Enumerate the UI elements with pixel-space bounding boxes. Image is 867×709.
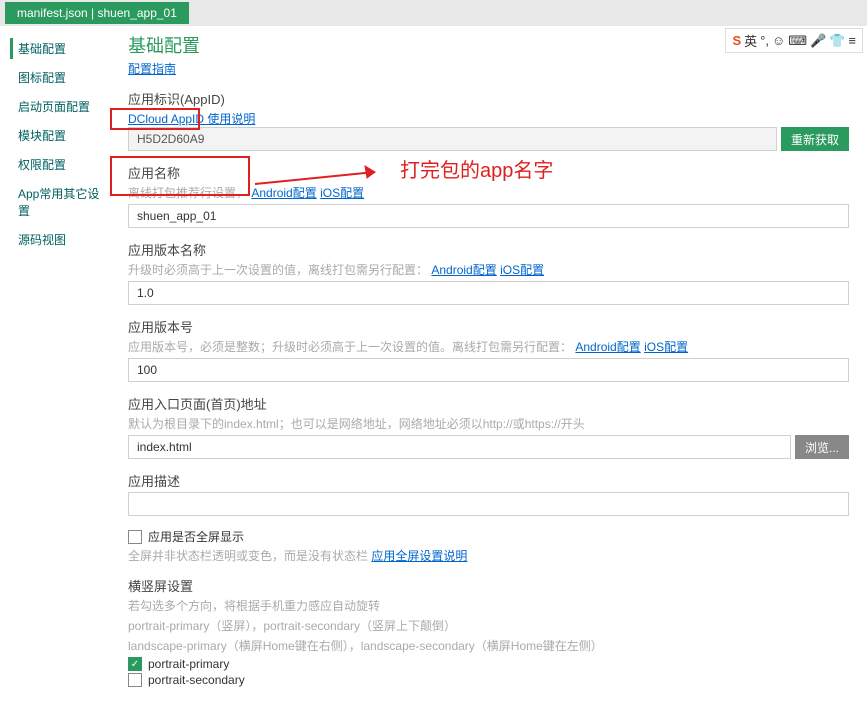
tab-bar: manifest.json | shuen_app_01 xyxy=(0,0,867,26)
ime-menu-icon[interactable]: ≡ xyxy=(848,33,856,48)
vercode-desc: 应用版本号，必须是整数；升级时必须高于上一次设置的值。离线打包需另行配置： An… xyxy=(128,338,849,355)
ime-keyboard-icon[interactable]: ⌨ xyxy=(788,33,807,49)
main-panel: 基础配置 配置指南 应用标识(AppID) DCloud AppID 使用说明 … xyxy=(110,26,867,709)
reget-button[interactable]: 重新获取 xyxy=(781,127,849,151)
orientation-field: 横竖屏设置 若勾选多个方向，将根据手机重力感应自动旋转 portrait-pri… xyxy=(128,576,849,687)
vercode-input[interactable] xyxy=(128,358,849,382)
vercode-android-link[interactable]: Android配置 xyxy=(575,340,640,354)
vername-desc: 升级时必须高于上一次设置的值，离线打包需另行配置： Android配置 iOS配… xyxy=(128,261,849,278)
entry-desc: 默认为根目录下的index.html；也可以是网络地址，网络地址必须以http:… xyxy=(128,415,849,432)
orientation-label: 横竖屏设置 xyxy=(128,576,849,595)
ime-logo-icon: S xyxy=(732,33,741,48)
appdesc-label: 应用描述 xyxy=(128,471,849,490)
portrait-primary-label: portrait-primary xyxy=(148,657,229,671)
config-guide-link[interactable]: 配置指南 xyxy=(128,62,176,76)
ime-smile-icon[interactable]: ☺ xyxy=(772,33,785,48)
vername-input[interactable] xyxy=(128,281,849,305)
ime-voice-icon[interactable]: 🎤 xyxy=(810,33,826,49)
fullscreen-checkbox[interactable] xyxy=(128,530,142,544)
sidebar-item-icon[interactable]: 图标配置 xyxy=(0,63,110,92)
appname-desc: 离线打包推荐行设置， Android配置 iOS配置 xyxy=(128,184,849,201)
fullscreen-desc: 全屏并非状态栏透明或变色，而是没有状态栏 应用全屏设置说明 xyxy=(128,547,849,564)
appid-desc-link[interactable]: DCloud AppID 使用说明 xyxy=(128,112,255,126)
vercode-field: 应用版本号 应用版本号，必须是整数；升级时必须高于上一次设置的值。离线打包需另行… xyxy=(128,317,849,382)
ime-lang[interactable]: 英 xyxy=(744,31,757,50)
sidebar-item-permission[interactable]: 权限配置 xyxy=(0,150,110,179)
ime-toolbar[interactable]: S 英 °, ☺ ⌨ 🎤 👕 ≡ xyxy=(725,28,863,53)
sidebar-item-module[interactable]: 模块配置 xyxy=(0,121,110,150)
orientation-desc3: landscape-primary（横屏Home键在右侧），landscape-… xyxy=(128,637,849,654)
ime-punct-icon[interactable]: °, xyxy=(760,33,769,48)
vername-android-link[interactable]: Android配置 xyxy=(431,263,496,277)
annotation-text: 打完包的app名字 xyxy=(400,154,553,183)
sidebar: 基础配置 图标配置 启动页面配置 模块配置 权限配置 App常用其它设置 源码视… xyxy=(0,26,110,709)
orientation-desc1: 若勾选多个方向，将根据手机重力感应自动旋转 xyxy=(128,597,849,614)
fullscreen-field: 应用是否全屏显示 全屏并非状态栏透明或变色，而是没有状态栏 应用全屏设置说明 xyxy=(128,528,849,564)
fullscreen-label: 应用是否全屏显示 xyxy=(148,528,244,545)
entry-input[interactable] xyxy=(128,435,791,459)
annotation-arrow xyxy=(255,164,395,194)
vercode-label: 应用版本号 xyxy=(128,317,849,336)
vername-ios-link[interactable]: iOS配置 xyxy=(500,263,544,277)
vername-label: 应用版本名称 xyxy=(128,240,849,259)
appid-label: 应用标识(AppID) xyxy=(128,89,849,108)
appid-input[interactable] xyxy=(128,127,777,151)
portrait-secondary-checkbox[interactable] xyxy=(128,673,142,687)
orientation-desc2: portrait-primary（竖屏），portrait-secondary（… xyxy=(128,617,849,634)
entry-field: 应用入口页面(首页)地址 默认为根目录下的index.html；也可以是网络地址… xyxy=(128,394,849,459)
sidebar-item-source[interactable]: 源码视图 xyxy=(0,225,110,254)
entry-label: 应用入口页面(首页)地址 xyxy=(128,394,849,413)
browse-button[interactable]: 浏览... xyxy=(795,435,849,459)
vername-field: 应用版本名称 升级时必须高于上一次设置的值，离线打包需另行配置： Android… xyxy=(128,240,849,305)
sidebar-item-app-other[interactable]: App常用其它设置 xyxy=(0,179,110,225)
sidebar-item-basic[interactable]: 基础配置 xyxy=(0,34,110,63)
appdesc-input[interactable] xyxy=(128,492,849,516)
ime-skin-icon[interactable]: 👕 xyxy=(829,33,845,49)
vercode-ios-link[interactable]: iOS配置 xyxy=(644,340,688,354)
appname-input[interactable] xyxy=(128,204,849,228)
file-tab[interactable]: manifest.json | shuen_app_01 xyxy=(5,2,189,24)
portrait-primary-checkbox[interactable]: ✓ xyxy=(128,657,142,671)
portrait-secondary-label: portrait-secondary xyxy=(148,673,245,687)
appdesc-field: 应用描述 xyxy=(128,471,849,516)
sidebar-item-launch[interactable]: 启动页面配置 xyxy=(0,92,110,121)
fullscreen-link[interactable]: 应用全屏设置说明 xyxy=(371,549,467,563)
appid-field: 应用标识(AppID) DCloud AppID 使用说明 重新获取 xyxy=(128,89,849,151)
